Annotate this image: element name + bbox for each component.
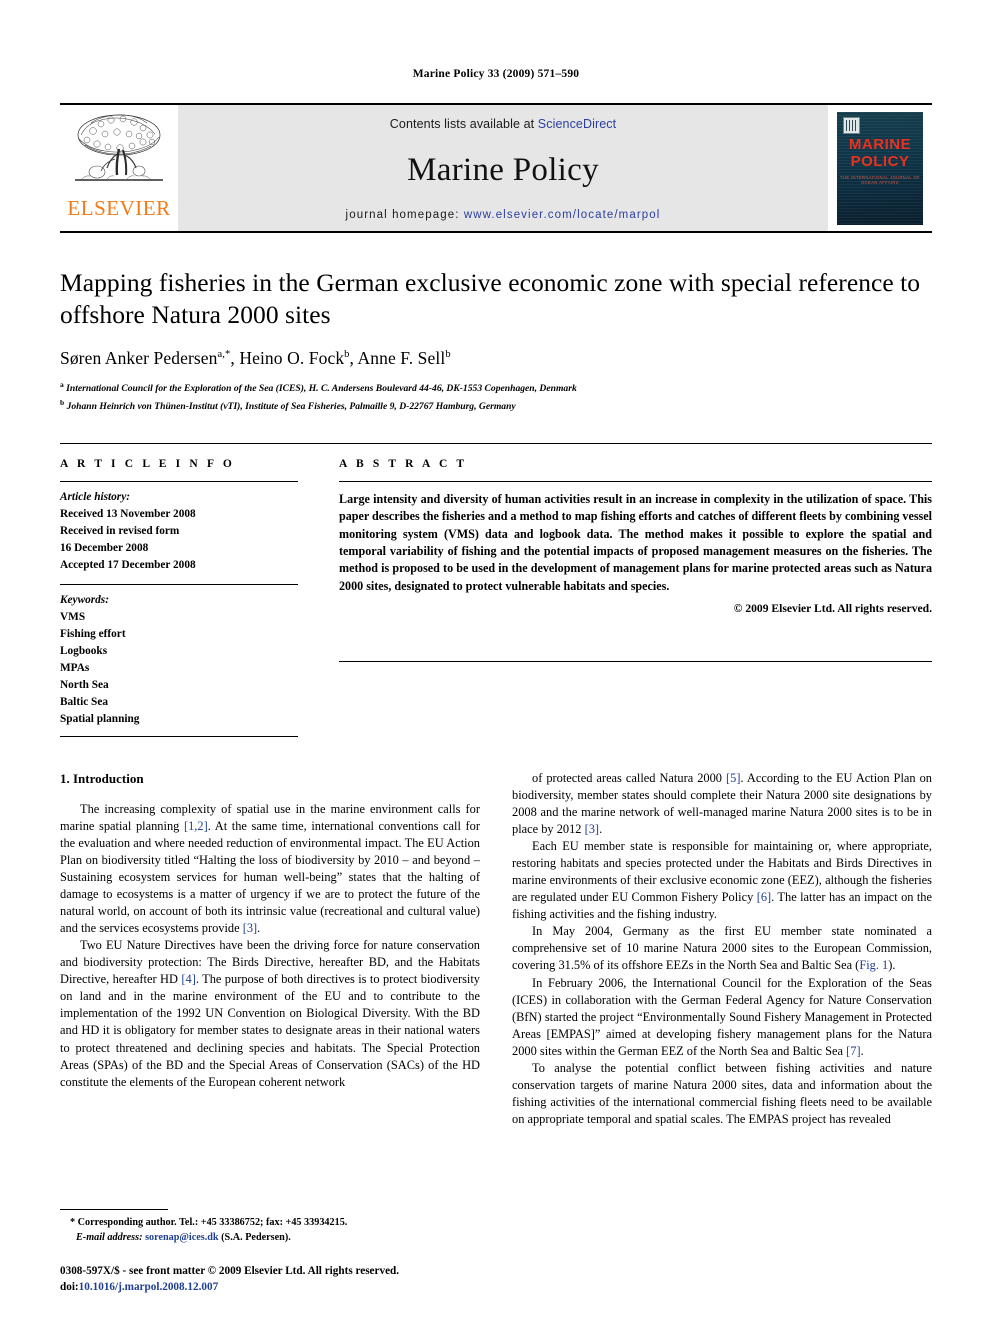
footnote-area: * Corresponding author. Tel.: +45 333867… [60, 1209, 480, 1295]
keyword-list: VMS Fishing effort Logbooks MPAs North S… [60, 609, 298, 728]
affiliation-b: b Johann Heinrich von Thünen-Institut (v… [60, 398, 516, 413]
keywords-label: Keywords: [60, 594, 109, 607]
paragraph: Two EU Nature Directives have been the d… [60, 938, 480, 1089]
footnote-divider [60, 1209, 168, 1211]
email-line: E-mail address: sorenap@ices.dk (S.A. Pe… [60, 1230, 480, 1245]
article-info-heading: A R T I C L E I N F O [60, 457, 235, 470]
paragraph: Each EU member state is responsible for … [512, 839, 932, 922]
keyword-item: Fishing effort [60, 628, 126, 641]
paragraph: The increasing complexity of spatial use… [60, 801, 480, 936]
cover-subtitle: THE INTERNATIONAL JOURNAL OF OCEAN AFFAI… [840, 174, 920, 185]
keyword-item: Baltic Sea [60, 696, 109, 709]
citation-link[interactable]: [5] [726, 771, 740, 785]
article-history-block: Article history: Received 13 November 20… [60, 482, 298, 574]
keyword-item: North Sea [60, 679, 109, 692]
journal-homepage-line: journal homepage: www.elsevier.com/locat… [346, 209, 661, 221]
paragraph: To analyse the potential conflict betwee… [512, 1060, 932, 1126]
body-column-right: of protected areas called Natura 2000 [5… [512, 770, 932, 1128]
author-list: Søren Anker Pedersena,*, Heino O. Fockb,… [60, 348, 451, 369]
elsevier-tree-icon [75, 114, 163, 181]
email-label: E-mail address: [76, 1232, 143, 1244]
cover-elsevier-mark-icon [843, 116, 860, 134]
abstract-text: Large intensity and diversity of human a… [339, 491, 932, 593]
keyword-item: VMS [60, 611, 86, 624]
citation-link[interactable]: [1,2] [184, 819, 208, 833]
doi-line: doi:10.1016/j.marpol.2008.12.007 [60, 1279, 480, 1295]
title-block: Mapping fisheries in the German exclusiv… [60, 233, 932, 415]
affiliation-b-text: Johann Heinrich von Thünen-Institut (vTI… [66, 401, 516, 413]
divider [60, 735, 298, 737]
cover-title-line2: POLICY [850, 152, 910, 170]
issn-copyright-block: 0308-597X/$ - see front matter © 2009 El… [60, 1263, 480, 1295]
abstract-panel: A B S T R A C T Large intensity and dive… [318, 458, 932, 737]
doi-link[interactable]: 10.1016/j.marpol.2008.12.007 [79, 1281, 219, 1293]
keyword-item: Logbooks [60, 645, 108, 658]
citation-link[interactable]: [3] [243, 921, 257, 935]
affiliation-a-text: International Council for the Exploratio… [66, 383, 577, 395]
elsevier-wordmark: ELSEVIER [67, 196, 171, 220]
citation-link[interactable]: [7] [846, 1044, 860, 1058]
elsevier-logo: ELSEVIER [60, 105, 178, 231]
paragraph: In May 2004, Germany as the first EU mem… [512, 924, 932, 973]
article-history-label: Article history: [60, 490, 130, 503]
article-page: Marine Policy 33 (2009) 571–590 ELSEVIER… [0, 0, 992, 1323]
citation-link[interactable]: [3] [585, 822, 599, 836]
citation-link[interactable]: [4] [181, 972, 195, 986]
contents-list-line: Contents lists available at ScienceDirec… [390, 117, 616, 131]
history-item: Received in revised form [60, 524, 180, 537]
email-suffix: (S.A. Pedersen). [218, 1232, 291, 1244]
journal-cover-thumbnail: MARINE POLICY THE INTERNATIONAL JOURNAL … [828, 105, 932, 231]
cover-title: MARINE POLICY [837, 136, 923, 171]
citation-link[interactable]: [6] [757, 890, 771, 904]
info-abstract-region: A R T I C L E I N F O Article history: R… [60, 442, 932, 737]
running-head: Marine Policy 33 (2009) 571–590 [412, 68, 580, 80]
corresponding-author-note: * Corresponding author. Tel.: +45 333867… [60, 1215, 480, 1245]
journal-banner: ELSEVIER Contents lists available at Sci… [60, 103, 932, 233]
article-info-panel: A R T I C L E I N F O Article history: R… [60, 458, 318, 737]
affiliation-list: a International Council for the Explorat… [60, 379, 932, 415]
doi-label: doi: [60, 1280, 79, 1293]
paragraph: of protected areas called Natura 2000 [5… [512, 770, 932, 837]
figure-link[interactable]: Fig. 1 [859, 958, 888, 972]
section-heading-introduction: 1. Introduction [60, 770, 144, 786]
cover-artwork: MARINE POLICY THE INTERNATIONAL JOURNAL … [837, 111, 923, 225]
cover-title-line1: MARINE [848, 135, 912, 153]
history-item: 16 December 2008 [60, 541, 149, 554]
history-item: Accepted 17 December 2008 [60, 558, 196, 571]
issn-line: 0308-597X/$ - see front matter © 2009 El… [60, 1264, 400, 1277]
abstract-heading: A B S T R A C T [339, 457, 468, 470]
keywords-block: Keywords: VMS Fishing effort Logbooks MP… [60, 585, 298, 728]
keyword-item: MPAs [60, 662, 90, 675]
page-title: Mapping fisheries in the German exclusiv… [60, 268, 921, 330]
keyword-item: Spatial planning [60, 713, 140, 726]
abstract-copyright: © 2009 Elsevier Ltd. All rights reserved… [733, 602, 932, 616]
journal-banner-center: Contents lists available at ScienceDirec… [178, 105, 828, 231]
email-link[interactable]: sorenap@ices.dk [145, 1232, 219, 1243]
history-item: Received 13 November 2008 [60, 507, 196, 520]
divider [339, 661, 932, 663]
homepage-prefix: journal homepage: [345, 209, 464, 221]
body-column-left: 1. Introduction The increasing complexit… [60, 770, 480, 1128]
corresponding-author-line: * Corresponding author. Tel.: +45 333867… [70, 1217, 348, 1229]
contents-prefix: Contents lists available at [389, 117, 538, 131]
body-columns: 1. Introduction The increasing complexit… [60, 770, 932, 1128]
paragraph: In February 2006, the International Coun… [512, 975, 932, 1058]
affiliation-a: a International Council for the Explorat… [60, 380, 577, 395]
journal-title: Marine Policy [407, 151, 599, 188]
sciencedirect-link[interactable]: ScienceDirect [538, 117, 616, 131]
journal-homepage-link[interactable]: www.elsevier.com/locate/marpol [464, 209, 661, 221]
